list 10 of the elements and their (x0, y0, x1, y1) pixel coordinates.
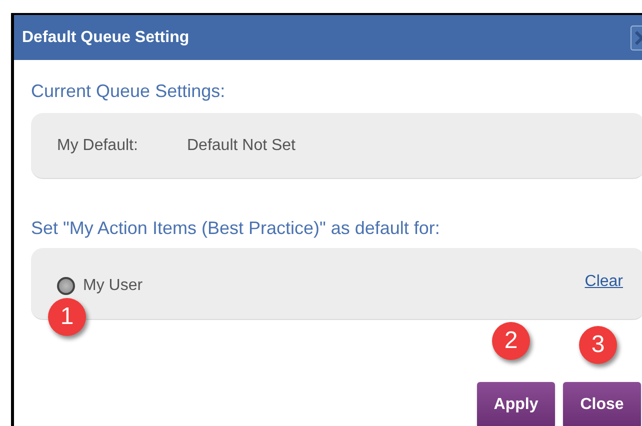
clear-link[interactable]: Clear (584, 270, 623, 294)
field-label: My Default: (57, 136, 139, 156)
close-button[interactable]: Close (563, 382, 641, 426)
apply-button[interactable]: Apply (477, 382, 555, 426)
field-value: Default Not Set (187, 136, 296, 156)
section-heading: Set "My Action Items (Best Practice)" as default for: (31, 217, 441, 240)
window-title: Default Queue Setting (22, 28, 190, 48)
radio-button[interactable] (57, 277, 75, 295)
radio-label: My User (83, 276, 143, 296)
section-heading: Current Queue Settings: (31, 80, 226, 103)
